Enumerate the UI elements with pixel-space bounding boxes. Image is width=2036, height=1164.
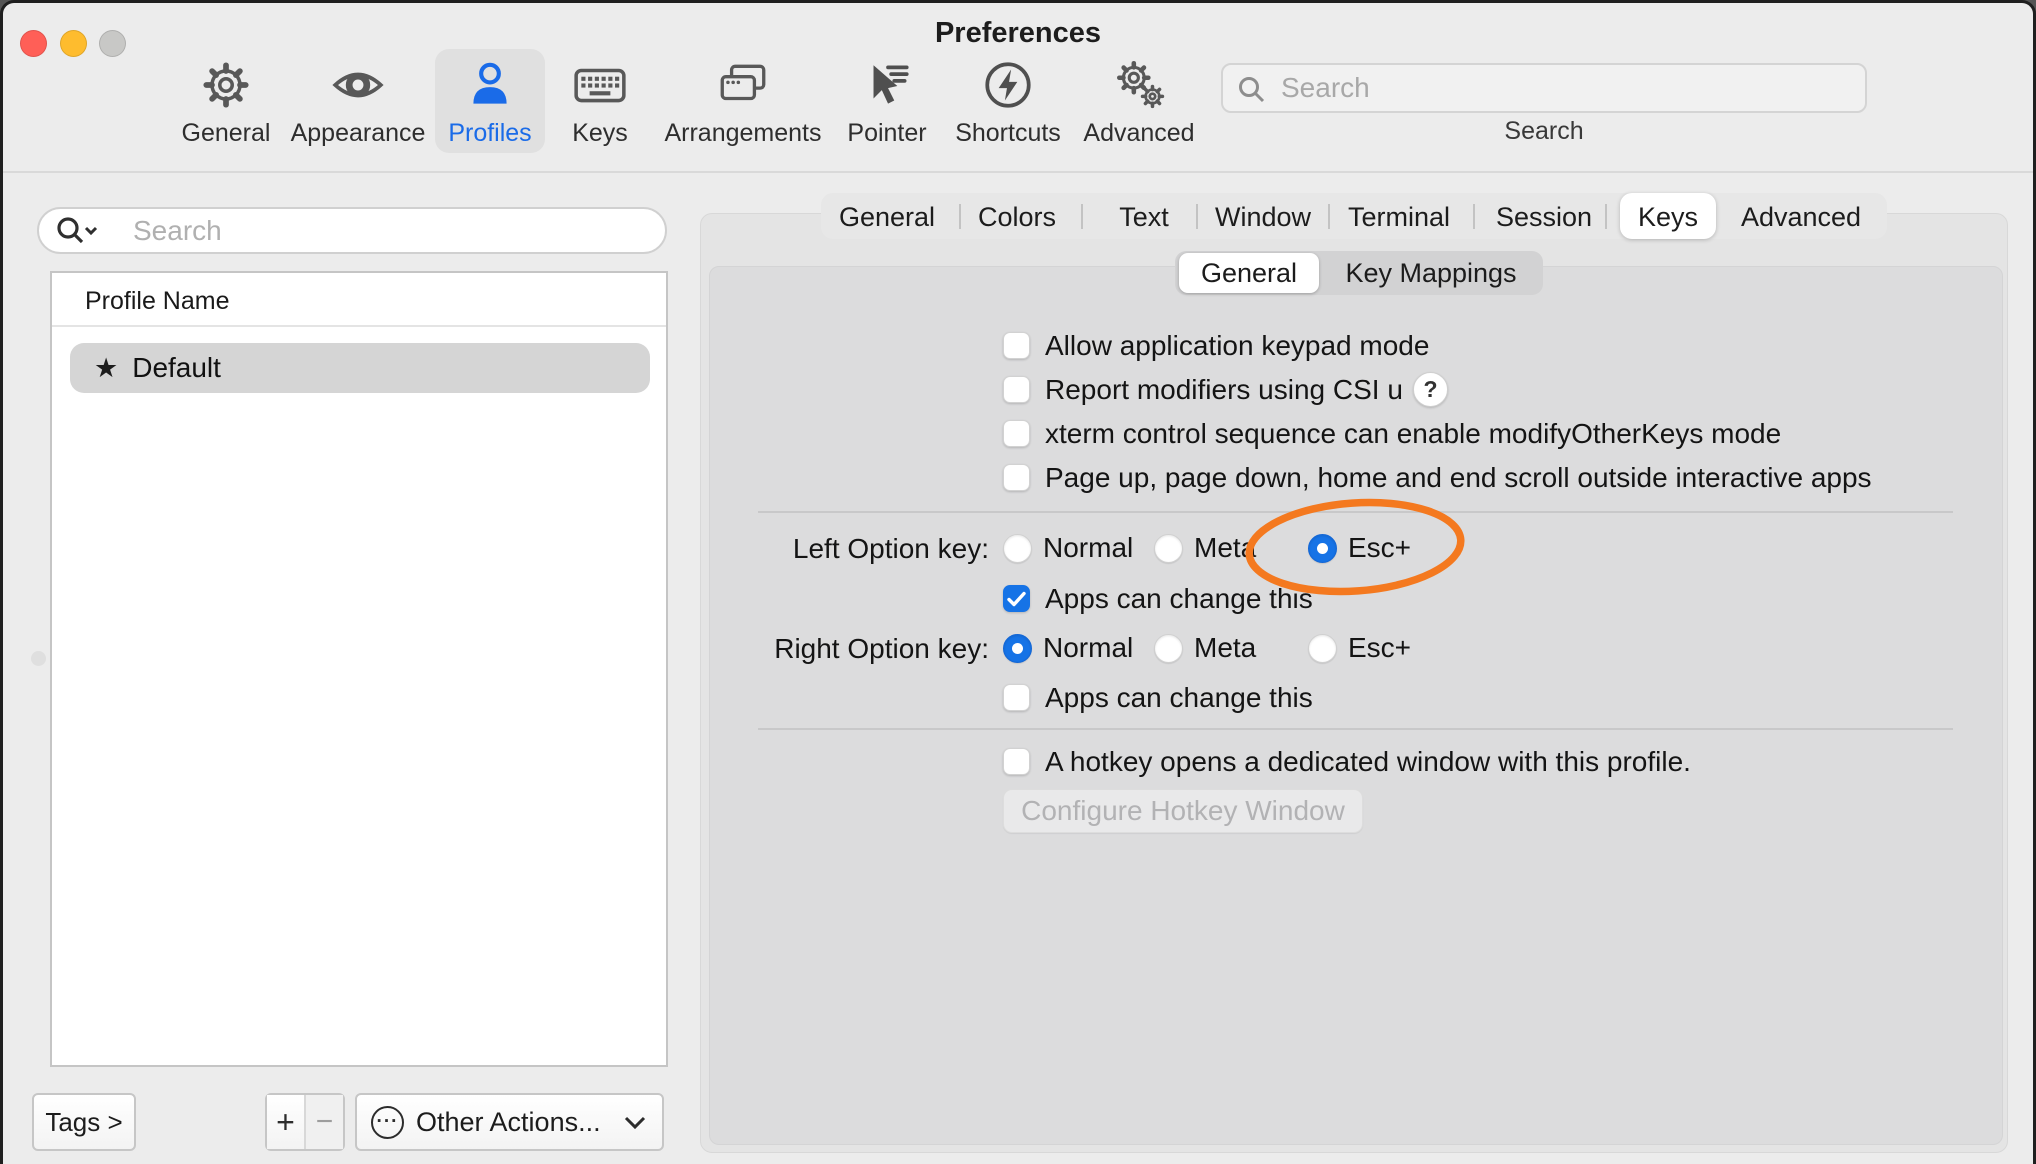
other-actions-dropdown[interactable]: ··· Other Actions... <box>355 1093 664 1151</box>
checkbox-left-apps-change[interactable] <box>1003 585 1030 612</box>
toolbar-separator <box>3 171 2033 173</box>
toolbar-label: Arrangements <box>664 119 821 148</box>
profile-row-default[interactable]: ★ Default <box>70 343 650 393</box>
toolbar-item-appearance[interactable]: Appearance <box>293 55 423 159</box>
left-option-key-label: Left Option key: <box>703 533 989 565</box>
checkbox-right-apps-change[interactable] <box>1003 684 1030 711</box>
checkbox-csi-u[interactable] <box>1003 376 1030 403</box>
window-chrome: Preferences General Appearance <box>0 0 2036 1164</box>
search-filter-icon <box>55 216 101 246</box>
checkbox-label: Apps can change this <box>1045 682 1313 714</box>
list-header-separator <box>52 325 666 327</box>
radio-right-esc[interactable] <box>1308 634 1337 663</box>
gears-icon <box>1110 55 1168 115</box>
chevron-down-icon <box>624 1115 646 1129</box>
splitter-dot[interactable] <box>31 651 46 666</box>
section-divider <box>758 728 1953 730</box>
tab-divider <box>1605 204 1607 229</box>
toolbar-item-keys[interactable]: Keys <box>535 55 665 159</box>
checkbox-hotkey-window[interactable] <box>1003 748 1030 775</box>
toolbar-item-advanced[interactable]: Advanced <box>1074 55 1204 159</box>
eye-icon <box>329 55 387 115</box>
preferences-window: Preferences General Appearance <box>0 0 2036 1164</box>
toolbar-item-general[interactable]: General <box>161 55 291 159</box>
toolbar-search-label: Search <box>1221 117 1867 146</box>
tab-keys[interactable]: Keys <box>1638 202 1698 233</box>
tab-session[interactable]: Session <box>1496 202 1592 233</box>
help-button[interactable]: ? <box>1413 372 1448 407</box>
radio-label: Normal <box>1043 532 1133 564</box>
toolbar-item-pointer[interactable]: Pointer <box>822 55 952 159</box>
tab-divider <box>959 204 961 229</box>
keyboard-icon <box>571 55 629 115</box>
toolbar-label: Appearance <box>291 119 426 148</box>
person-icon <box>462 55 518 115</box>
tab-text[interactable]: Text <box>1119 202 1169 233</box>
search-icon <box>1237 75 1267 105</box>
profile-name: Default <box>132 352 221 384</box>
configure-hotkey-button: Configure Hotkey Window <box>1003 789 1363 833</box>
tab-window[interactable]: Window <box>1215 202 1311 233</box>
add-profile-button[interactable]: + <box>267 1095 304 1149</box>
checkbox-label: Apps can change this <box>1045 583 1313 615</box>
tab-divider <box>1196 204 1198 229</box>
profile-search-input[interactable] <box>37 207 667 254</box>
toolbar-item-shortcuts[interactable]: Shortcuts <box>943 55 1073 159</box>
toolbar-label: Keys <box>572 119 628 148</box>
toolbar-search-input[interactable] <box>1221 63 1867 113</box>
add-remove-group: + − <box>265 1093 345 1151</box>
checkbox-modify-other-keys[interactable] <box>1003 420 1030 447</box>
right-option-key-label: Right Option key: <box>703 633 989 665</box>
section-divider <box>758 511 1953 513</box>
lightning-icon <box>980 55 1036 115</box>
toolbar-item-arrangements[interactable]: Arrangements <box>678 55 808 159</box>
radio-right-normal[interactable] <box>1003 634 1032 663</box>
radio-left-normal[interactable] <box>1003 534 1032 563</box>
other-actions-label: Other Actions... <box>416 1107 601 1138</box>
remove-profile-button[interactable]: − <box>304 1095 343 1149</box>
profile-list: Profile Name ★ Default <box>50 271 668 1067</box>
radio-label: Esc+ <box>1348 632 1411 664</box>
toolbar-label: Profiles <box>448 119 531 148</box>
checkbox-page-scroll[interactable] <box>1003 464 1030 491</box>
star-icon: ★ <box>94 353 118 384</box>
tab-divider <box>1081 204 1083 229</box>
toolbar-label: Pointer <box>847 119 926 148</box>
windows-icon <box>714 55 772 115</box>
radio-label: Meta <box>1194 632 1256 664</box>
tab-divider <box>1328 204 1330 229</box>
tab-advanced[interactable]: Advanced <box>1741 202 1861 233</box>
radio-right-meta[interactable] <box>1154 634 1183 663</box>
cursor-icon <box>859 55 915 115</box>
gear-icon <box>198 55 254 115</box>
checkbox-label: Page up, page down, home and end scroll … <box>1045 462 1872 494</box>
tab-divider <box>1473 204 1475 229</box>
profile-list-header: Profile Name <box>85 287 230 316</box>
radio-label: Meta <box>1194 532 1256 564</box>
tab-colors[interactable]: Colors <box>978 202 1056 233</box>
radio-left-esc[interactable] <box>1308 534 1337 563</box>
radio-left-meta[interactable] <box>1154 534 1183 563</box>
checkbox-label: A hotkey opens a dedicated window with t… <box>1045 746 1691 778</box>
subtab-key-mappings[interactable]: Key Mappings <box>1345 258 1516 289</box>
radio-label: Normal <box>1043 632 1133 664</box>
toolbar-label: General <box>182 119 271 148</box>
tags-button[interactable]: Tags > <box>32 1093 136 1151</box>
toolbar-label: Shortcuts <box>955 119 1061 148</box>
checkbox-keypad-mode[interactable] <box>1003 332 1030 359</box>
subtab-general[interactable]: General <box>1201 258 1297 289</box>
window-title: Preferences <box>3 17 2033 50</box>
tab-general[interactable]: General <box>839 202 935 233</box>
ellipsis-circle-icon: ··· <box>371 1106 404 1139</box>
checkbox-label: Report modifiers using CSI u <box>1045 374 1403 406</box>
toolbar-label: Advanced <box>1083 119 1194 148</box>
tab-terminal[interactable]: Terminal <box>1348 202 1450 233</box>
checkbox-label: Allow application keypad mode <box>1045 330 1429 362</box>
radio-label: Esc+ <box>1348 532 1411 564</box>
checkbox-label: xterm control sequence can enable modify… <box>1045 418 1781 450</box>
